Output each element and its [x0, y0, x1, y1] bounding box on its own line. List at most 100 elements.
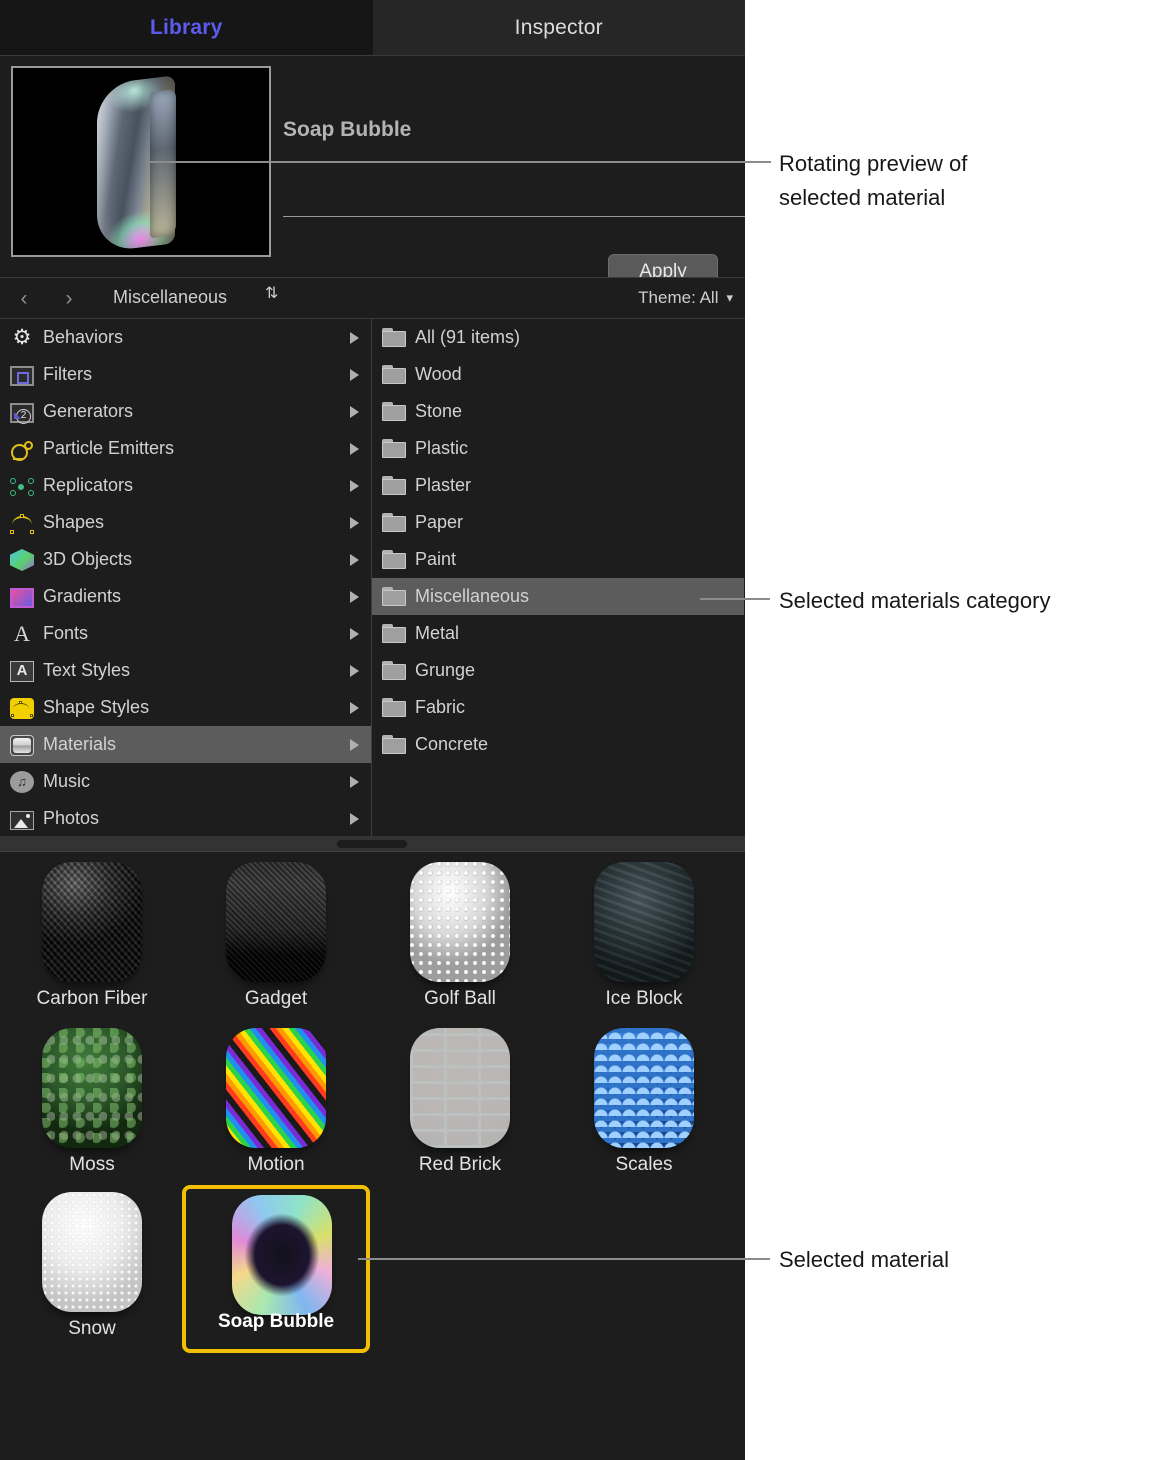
material-label: Motion [247, 1154, 305, 1175]
category-item-grunge[interactable]: Grunge [372, 652, 744, 689]
theme-dropdown[interactable]: Theme: All ▾ [638, 288, 733, 308]
sidebar-item-label: Shape Styles [43, 697, 150, 717]
sidebar-item-replicators[interactable]: Replicators [0, 467, 371, 504]
category-item-all[interactable]: All (91 items) [372, 319, 744, 356]
material-tile[interactable]: Motion [184, 1026, 368, 1192]
category-item-paper[interactable]: Paper [372, 504, 744, 541]
material-tile[interactable]: Snow [0, 1190, 184, 1356]
category-item-fabric[interactable]: Fabric [372, 689, 744, 726]
cube-icon [10, 549, 34, 571]
materials-category-list: All (91 items) Wood Stone Plastic Plaste… [372, 319, 744, 836]
material-label: Gadget [244, 988, 308, 1009]
category-item-label: Stone [415, 401, 463, 421]
disclosure-arrow-icon [350, 813, 359, 825]
sidebar-item-fonts[interactable]: A Fonts [0, 615, 371, 652]
material-thumbnail [226, 862, 326, 982]
material-thumbnail [42, 1028, 142, 1148]
category-item-label: Plastic [415, 438, 469, 458]
soap-bubble-3d-shape [97, 75, 175, 253]
material-thumbnail [594, 862, 694, 982]
material-label: Moss [69, 1154, 115, 1175]
back-arrow-icon[interactable]: ‹ [13, 287, 35, 311]
category-item-stone[interactable]: Stone [372, 393, 744, 430]
category-item-metal[interactable]: Metal [372, 615, 744, 652]
category-item-label: Plaster [415, 475, 472, 495]
category-item-wood[interactable]: Wood [372, 356, 744, 393]
panel-tabs: Library Inspector [0, 0, 745, 56]
panel-resize-handle[interactable] [337, 840, 407, 848]
library-category-sidebar: ⚙ Behaviors Filters 2 Generators Particl… [0, 319, 372, 836]
material-label: Scales [615, 1154, 673, 1175]
sidebar-item-shape-styles[interactable]: Shape Styles [0, 689, 371, 726]
gear-icon: ⚙ [12, 325, 32, 349]
annotation-line: Rotating preview of [779, 151, 968, 176]
material-thumbnail [594, 1028, 694, 1148]
sidebar-item-behaviors[interactable]: ⚙ Behaviors [0, 319, 371, 356]
material-tile[interactable]: Gadget [184, 860, 368, 1026]
sort-updown-icon[interactable]: ⇅ [265, 286, 278, 302]
material-tile[interactable]: Red Brick [368, 1026, 552, 1192]
sidebar-item-3d-objects[interactable]: 3D Objects [0, 541, 371, 578]
material-tile[interactable]: Moss [0, 1026, 184, 1192]
category-item-plastic[interactable]: Plastic [372, 430, 744, 467]
sidebar-item-music[interactable]: ♫ Music [0, 763, 371, 800]
material-thumbnail [232, 1195, 332, 1315]
folder-icon [382, 513, 406, 532]
sidebar-item-label: Generators [43, 401, 134, 421]
material-label: Red Brick [418, 1154, 502, 1175]
category-item-label: Grunge [415, 660, 476, 680]
material-tile-selected[interactable]: Soap Bubble [182, 1185, 370, 1353]
category-item-label: Fabric [415, 697, 466, 717]
category-item-miscellaneous[interactable]: Miscellaneous [372, 578, 744, 615]
sidebar-item-shapes[interactable]: Shapes [0, 504, 371, 541]
sidebar-item-label: Particle Emitters [43, 438, 175, 458]
material-tile[interactable]: Golf Ball [368, 860, 552, 1026]
sidebar-item-label: Text Styles [43, 660, 131, 680]
forward-arrow-icon[interactable]: › [58, 287, 80, 311]
category-item-concrete[interactable]: Concrete [372, 726, 744, 763]
sidebar-item-particle-emitters[interactable]: Particle Emitters [0, 430, 371, 467]
sidebar-item-label: Behaviors [43, 327, 124, 347]
disclosure-arrow-icon [350, 406, 359, 418]
material-thumbnail [42, 862, 142, 982]
letter-a-icon: A [14, 620, 30, 646]
folder-icon [382, 328, 406, 347]
sidebar-item-materials[interactable]: Materials [0, 726, 371, 763]
sidebar-item-label: Filters [43, 364, 92, 384]
sidebar-item-photos[interactable]: Photos [0, 800, 371, 837]
folder-icon [382, 365, 406, 384]
sidebar-item-label: Materials [43, 734, 117, 754]
sidebar-item-label: Photos [43, 808, 100, 828]
material-thumbnail [410, 1028, 510, 1148]
photo-icon [10, 810, 34, 830]
category-item-label: Paper [415, 512, 464, 532]
material-tile[interactable]: Scales [552, 1026, 736, 1192]
sidebar-item-label: Replicators [43, 475, 134, 495]
material-tile[interactable]: Ice Block [552, 860, 736, 1026]
sidebar-item-filters[interactable]: Filters [0, 356, 371, 393]
breadcrumb-path[interactable]: Miscellaneous [113, 287, 227, 308]
material-label: Carbon Fiber [36, 988, 148, 1009]
folder-icon [382, 439, 406, 458]
disclosure-arrow-icon [350, 776, 359, 788]
material-label: Ice Block [605, 988, 683, 1009]
annotation-line: selected material [779, 185, 946, 210]
disclosure-arrow-icon [350, 628, 359, 640]
generator-icon: 2 [10, 402, 34, 424]
preview-header: Soap Bubble Apply [0, 56, 745, 290]
folder-icon [382, 624, 406, 643]
library-navbar: ‹ › Miscellaneous ⇅ Theme: All ▾ [0, 278, 745, 318]
category-item-label: Paint [415, 549, 457, 569]
sidebar-item-generators[interactable]: 2 Generators [0, 393, 371, 430]
sidebar-item-gradients[interactable]: Gradients [0, 578, 371, 615]
folder-icon [382, 476, 406, 495]
disclosure-arrow-icon [350, 702, 359, 714]
material-tile[interactable]: Carbon Fiber [0, 860, 184, 1026]
tab-inspector[interactable]: Inspector [372, 0, 745, 56]
category-item-label: Wood [415, 364, 462, 384]
sidebar-item-text-styles[interactable]: A Text Styles [0, 652, 371, 689]
category-item-paint[interactable]: Paint [372, 541, 744, 578]
category-item-plaster[interactable]: Plaster [372, 467, 744, 504]
folder-icon [382, 698, 406, 717]
tab-library[interactable]: Library [0, 0, 373, 56]
